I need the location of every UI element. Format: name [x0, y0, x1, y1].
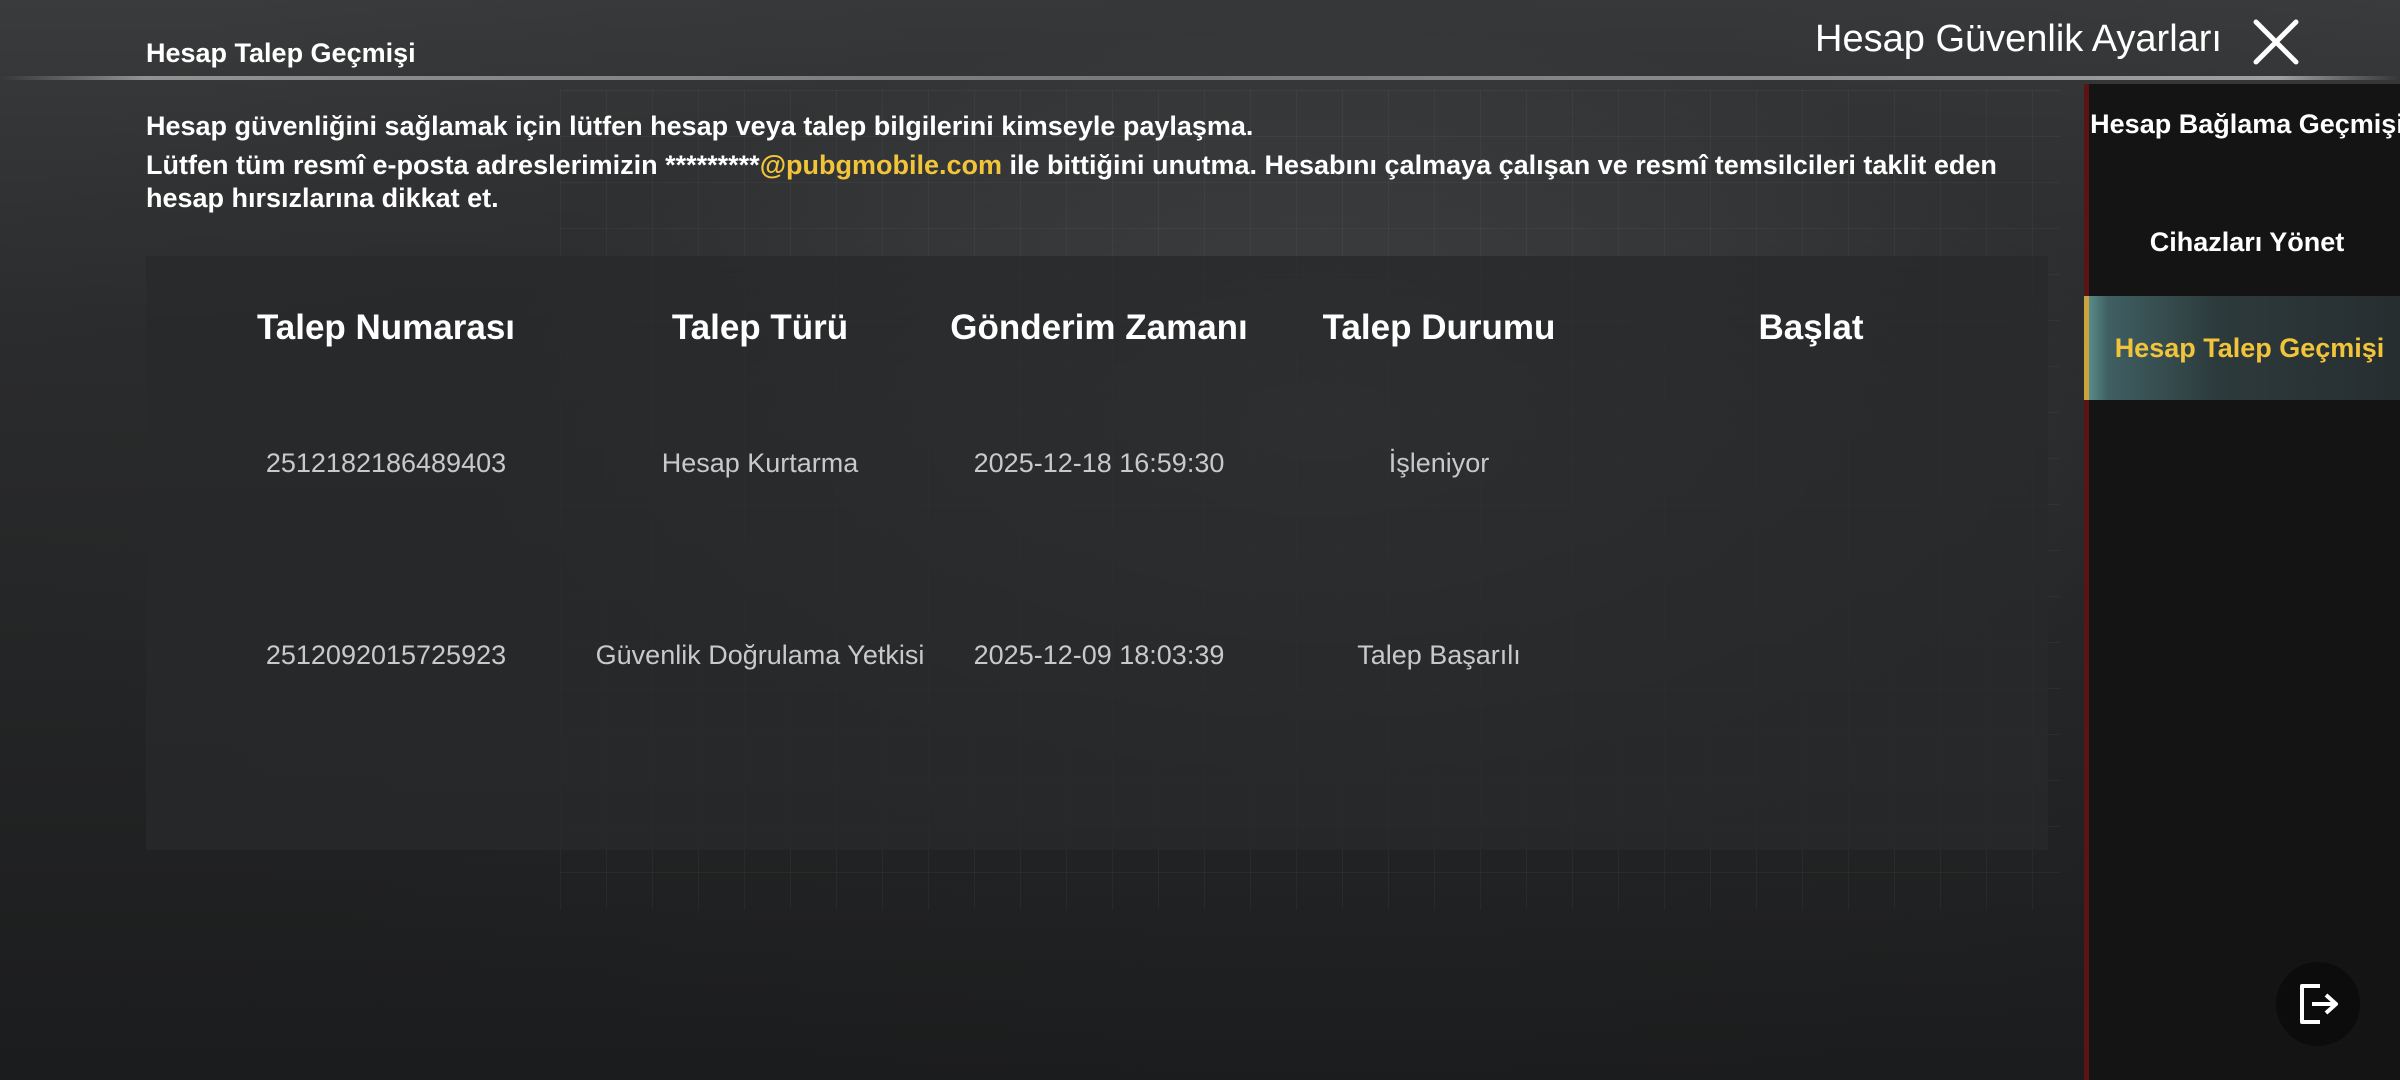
- close-icon: [2253, 19, 2299, 65]
- official-email-domain: @pubgmobile.com: [759, 150, 1003, 180]
- page-title: Hesap Talep Geçmişi: [146, 38, 416, 68]
- sidebar-item-request-history[interactable]: Hesap Talep Geçmişi: [2084, 296, 2400, 400]
- request-history-table: Talep Numarası Talep Türü Gönderim Zaman…: [146, 256, 2048, 850]
- submit-time: 2025-12-18 16:59:30: [973, 448, 1225, 478]
- notice-line-2: Lütfen tüm resmî e-posta adreslerimizin …: [146, 149, 2046, 215]
- column-header-submit-time: Gönderim Zamanı: [950, 308, 1248, 347]
- column-header-request-type: Talep Türü: [671, 308, 849, 347]
- request-number: 2512092015725923: [265, 640, 507, 670]
- security-notice: Hesap güvenliğini sağlamak için lütfen h…: [146, 110, 2046, 215]
- sidebar-item-account-binding-history[interactable]: Hesap Bağlama Geçmişi: [2089, 110, 2400, 138]
- window-title: Hesap Güvenlik Ayarları: [1815, 18, 2222, 60]
- request-number: 2512182186489403: [265, 448, 507, 478]
- sidebar-item-manage-devices[interactable]: Cihazları Yönet: [2089, 226, 2400, 258]
- notice-line-2-start: Lütfen tüm resmî e-posta adreslerimizin …: [146, 150, 760, 180]
- request-status: İşleniyor: [1388, 448, 1490, 478]
- account-security-screen: Hesap Talep Geçmişi Hesap Güvenlik Ayarl…: [0, 0, 2400, 1080]
- notice-line-1: Hesap güvenliğini sağlamak için lütfen h…: [146, 111, 1254, 141]
- column-header-request-status: Talep Durumu: [1322, 308, 1556, 347]
- logout-button[interactable]: [2276, 962, 2360, 1046]
- column-header-request-number: Talep Numarası: [256, 308, 516, 347]
- request-type: Güvenlik Doğrulama Yetkisi: [595, 640, 925, 670]
- header-divider: [0, 76, 2400, 80]
- settings-sidebar: Hesap Bağlama Geçmişi Cihazları Yönet He…: [2084, 84, 2400, 1080]
- request-status: Talep Başarılı: [1357, 640, 1521, 670]
- close-button[interactable]: [2250, 16, 2302, 68]
- column-header-start: Başlat: [1758, 308, 1864, 347]
- logout-icon: [2300, 984, 2338, 1024]
- submit-time: 2025-12-09 18:03:39: [973, 640, 1225, 670]
- request-type: Hesap Kurtarma: [661, 448, 859, 478]
